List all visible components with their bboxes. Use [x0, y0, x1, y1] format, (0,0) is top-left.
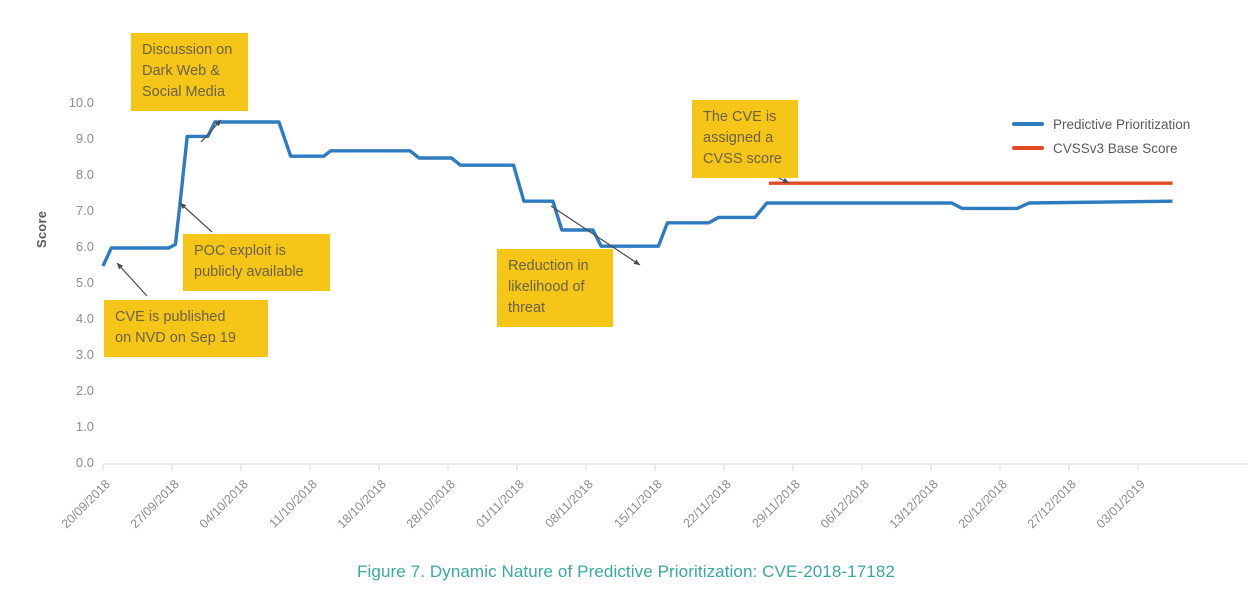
arrow-poc-exploit	[179, 202, 213, 233]
y-axis-tick-label: 8.0	[75, 167, 94, 182]
legend-swatch-cvss	[1012, 146, 1044, 150]
callout-reduction: Reduction in likelihood of threat	[497, 249, 613, 327]
y-axis-tick-label: 7.0	[75, 203, 94, 218]
legend-label-predictive: Predictive Prioritization	[1053, 116, 1191, 132]
arrow-cve-published	[116, 262, 148, 297]
y-axis-title: Score	[34, 210, 49, 248]
legend-swatch-predictive	[1012, 122, 1044, 126]
x-axis-ticks	[102, 464, 1139, 471]
y-axis-tick-label: 0.0	[75, 455, 94, 470]
arrow-discussion	[200, 119, 222, 143]
chart-legend: Predictive Prioritization CVSSv3 Base Sc…	[1012, 112, 1190, 160]
callout-discussion: Discussion on Dark Web & Social Media	[131, 33, 248, 111]
y-axis-tick-label: 10.0	[68, 95, 94, 110]
callout-cvss-assigned: The CVE is assigned a CVSS score	[692, 100, 798, 178]
legend-label-cvss: CVSSv3 Base Score	[1053, 140, 1178, 156]
y-axis-tick-label: 5.0	[75, 275, 94, 290]
y-axis-tick-label: 2.0	[75, 383, 94, 398]
y-axis-tick-label: 4.0	[75, 311, 94, 326]
figure-container: Score 10.0 9.0 8.0 7.0 6.0 5.0 4.0 3.0 2.0 1.0 0.0…	[0, 0, 1252, 600]
y-axis-tick-label: 3.0	[75, 347, 94, 362]
y-axis-tick-label: 9.0	[75, 131, 94, 146]
figure-caption: Figure 7. Dynamic Nature of Predictive P…	[357, 562, 895, 581]
legend-item-predictive-prioritization: Predictive Prioritization	[1012, 112, 1190, 136]
legend-item-cvssv3-base-score: CVSSv3 Base Score	[1012, 136, 1190, 160]
callout-cve-published: CVE is published on NVD on Sep 19	[104, 300, 268, 357]
y-axis-tick-label: 1.0	[75, 419, 94, 434]
y-axis-tick-label: 6.0	[75, 239, 94, 254]
callout-poc-exploit: POC exploit is publicly available	[183, 234, 330, 291]
